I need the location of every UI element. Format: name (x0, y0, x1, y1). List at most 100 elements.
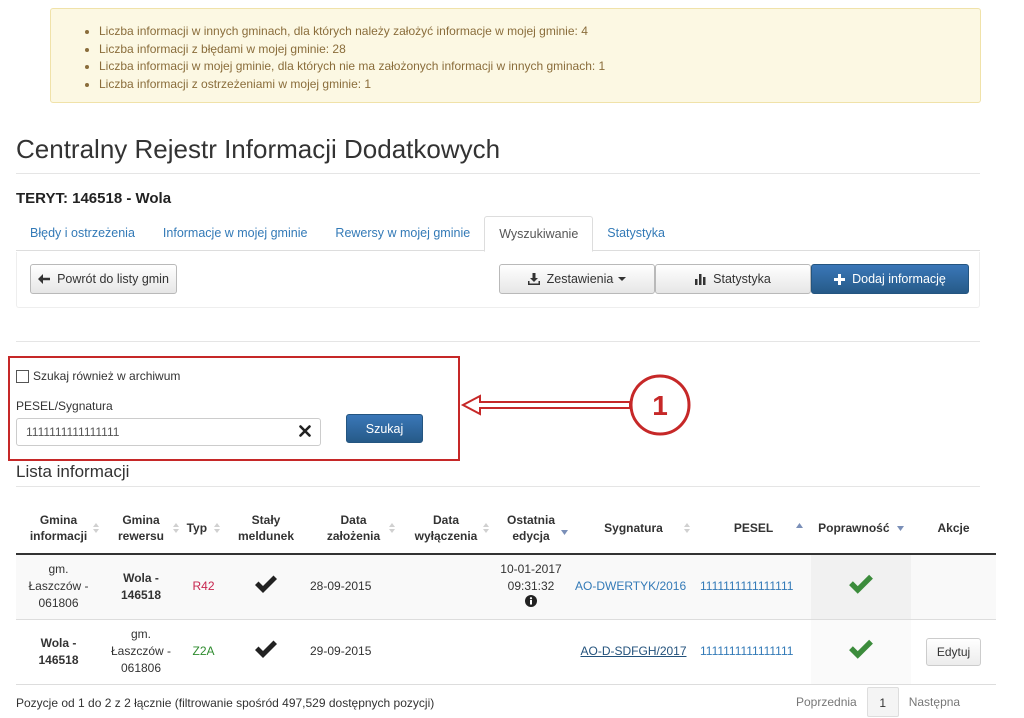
cell-gmina-rewersu: Wola -146518 (101, 554, 181, 620)
callout-arrow (460, 394, 631, 416)
cell-sygnatura: AO-D-SDFGH/2017 (571, 619, 696, 685)
list-title: Lista informacji (16, 462, 130, 481)
cell-data-zalozenia: 28-09-2015 (306, 554, 401, 620)
back-to-list-button[interactable]: Powrót do listy gmin (30, 264, 177, 294)
sort-both-icon (93, 523, 99, 533)
cell-sygnatura: AO-DWERTYK/2016 (571, 554, 696, 620)
check-icon (849, 639, 873, 659)
cell-typ: R42 (181, 554, 226, 620)
sygnatura-link[interactable]: AO-D-SDFGH/2017 (580, 644, 686, 658)
col-header-gmina-informacji[interactable]: Gmina informacji (16, 502, 101, 555)
divider (16, 341, 980, 342)
col-header-data-wylaczenia[interactable]: Data wyłączenia (401, 502, 491, 555)
col-header-akcje: Akcje (911, 502, 996, 555)
cell-ostatnia-edycja: 10-01-2017 09:31:32 (491, 554, 571, 620)
sort-both-icon (483, 523, 489, 533)
table-row[interactable]: gm. Łaszczów -061806 Wola -146518 R42 28-… (16, 554, 996, 620)
statistics-label: Statystyka (713, 272, 771, 286)
pagination: Poprzednia 1 Następna (786, 687, 970, 717)
back-to-list-label: Powrót do listy gmin (57, 272, 169, 286)
prev-page-button[interactable]: Poprzednia (786, 687, 867, 717)
pesel-link[interactable]: 1111111111111111 (700, 644, 793, 658)
information-table: Gmina informacji Gmina rewersu Typ Stały me… (16, 502, 996, 685)
sort-both-icon (173, 523, 179, 533)
callout-annotation: 1 (460, 374, 691, 436)
archive-checkbox-label: Szukaj również w archiwum (33, 369, 181, 383)
col-header-typ[interactable]: Typ (181, 502, 226, 555)
cell-data-zalozenia: 29-09-2015 (306, 619, 401, 685)
check-icon (849, 575, 873, 594)
check-icon (255, 640, 277, 658)
add-information-label: Dodaj informację (852, 272, 946, 286)
plus-icon (834, 273, 846, 285)
sort-both-icon (684, 523, 690, 533)
page-number-button[interactable]: 1 (866, 687, 899, 717)
warning-alert: Liczba informacji w innych gminach, dla … (50, 8, 981, 103)
tab-bar: Błędy i ostrzeżenia Informacje w mojej g… (16, 216, 980, 252)
sort-both-icon (214, 523, 221, 534)
reports-label: Zestawienia (546, 272, 614, 286)
cell-staly-meldunek (226, 619, 306, 685)
cell-pesel: 1111111111111111 (696, 554, 811, 620)
add-information-button[interactable]: Dodaj informację (811, 264, 969, 294)
cell-ostatnia-edycja (491, 619, 571, 685)
divider (16, 486, 980, 487)
reports-dropdown-button[interactable]: Zestawienia (499, 264, 655, 294)
sort-desc-icon (561, 530, 568, 535)
sort-both-icon (389, 523, 395, 533)
sort-asc-icon (796, 523, 803, 528)
tab-search[interactable]: Wyszukiwanie (484, 216, 594, 252)
cell-data-wylaczenia (401, 619, 491, 685)
info-circle-icon[interactable] (525, 595, 537, 608)
search-button-label: Szukaj (365, 421, 404, 436)
col-header-sygnatura[interactable]: Sygnatura (571, 502, 696, 555)
search-button[interactable]: Szukaj (346, 414, 423, 443)
col-header-ostatnia-edycja[interactable]: Ostatnia edycja (491, 502, 571, 555)
teryt-heading: TERYT: 146518 - Wola (16, 190, 172, 207)
cell-gmina-informacji: gm. Łaszczów -061806 (16, 554, 101, 620)
alert-item: Liczba informacji w mojej gminie, dla kt… (99, 58, 980, 76)
sort-desc-icon (896, 525, 904, 531)
cell-akcje: Edytuj (911, 619, 996, 685)
download-icon (527, 273, 540, 285)
tab-my-reverses[interactable]: Rewersy w mojej gminie (321, 216, 484, 251)
callout-number: 1 (652, 390, 668, 421)
archive-checkbox-row[interactable]: Szukaj również w archiwum (16, 369, 180, 383)
col-header-staly-meldunek[interactable]: Stały meldunek (226, 502, 306, 555)
cell-poprawnosc (811, 554, 911, 620)
col-header-gmina-rewersu[interactable]: Gmina rewersu (101, 502, 181, 555)
tab-my-info[interactable]: Informacje w mojej gminie (149, 216, 322, 251)
page-title: Centralny Rejestr Informacji Dodatkowych (16, 134, 501, 164)
cell-poprawnosc (811, 619, 911, 685)
alert-list: Liczba informacji w innych gminach, dla … (51, 9, 980, 93)
alert-item: Liczba informacji z błędami w mojej gmin… (99, 41, 980, 59)
next-page-button[interactable]: Następna (899, 687, 970, 717)
alert-item: Liczba informacji w innych gminach, dla … (99, 23, 980, 41)
bar-chart-icon (695, 273, 706, 285)
col-header-pesel[interactable]: PESEL (696, 502, 811, 555)
col-header-data-zalozenia[interactable]: Data założenia (306, 502, 401, 555)
cell-gmina-rewersu: gm. Łaszczów -061806 (101, 619, 181, 685)
alert-item: Liczba informacji z ostrzeżeniami w moje… (99, 76, 980, 94)
cell-gmina-informacji: Wola -146518 (16, 619, 101, 685)
archive-checkbox[interactable] (16, 369, 29, 383)
pesel-search-input[interactable] (16, 418, 321, 446)
pesel-link[interactable]: 1111111111111111 (700, 579, 793, 593)
pesel-field-label: PESEL/Sygnatura (16, 399, 113, 413)
sygnatura-link[interactable]: AO-DWERTYK/2016 (575, 579, 686, 593)
toolbar: Powrót do listy gmin Zestawienia Statyst… (16, 252, 980, 308)
table-header-row: Gmina informacji Gmina rewersu Typ Stały me… (16, 502, 996, 555)
tab-statistics[interactable]: Statystyka (593, 216, 679, 251)
times-icon[interactable] (299, 425, 313, 439)
cell-typ: Z2A (181, 619, 226, 685)
cell-pesel: 1111111111111111 (696, 619, 811, 685)
caret-down-icon (618, 277, 627, 281)
arrow-left-icon (38, 274, 51, 284)
tab-errors-warnings[interactable]: Błędy i ostrzeżenia (16, 216, 149, 251)
edit-button[interactable]: Edytuj (925, 637, 982, 666)
statistics-button[interactable]: Statystyka (655, 264, 811, 294)
table-row[interactable]: Wola -146518 gm. Łaszczów -061806 Z2A 29-… (16, 619, 996, 685)
divider (16, 173, 980, 174)
col-header-poprawnosc[interactable]: Poprawność (811, 502, 911, 555)
table-summary: Pozycje od 1 do 2 z 2 łącznie (filtrowan… (16, 696, 435, 710)
